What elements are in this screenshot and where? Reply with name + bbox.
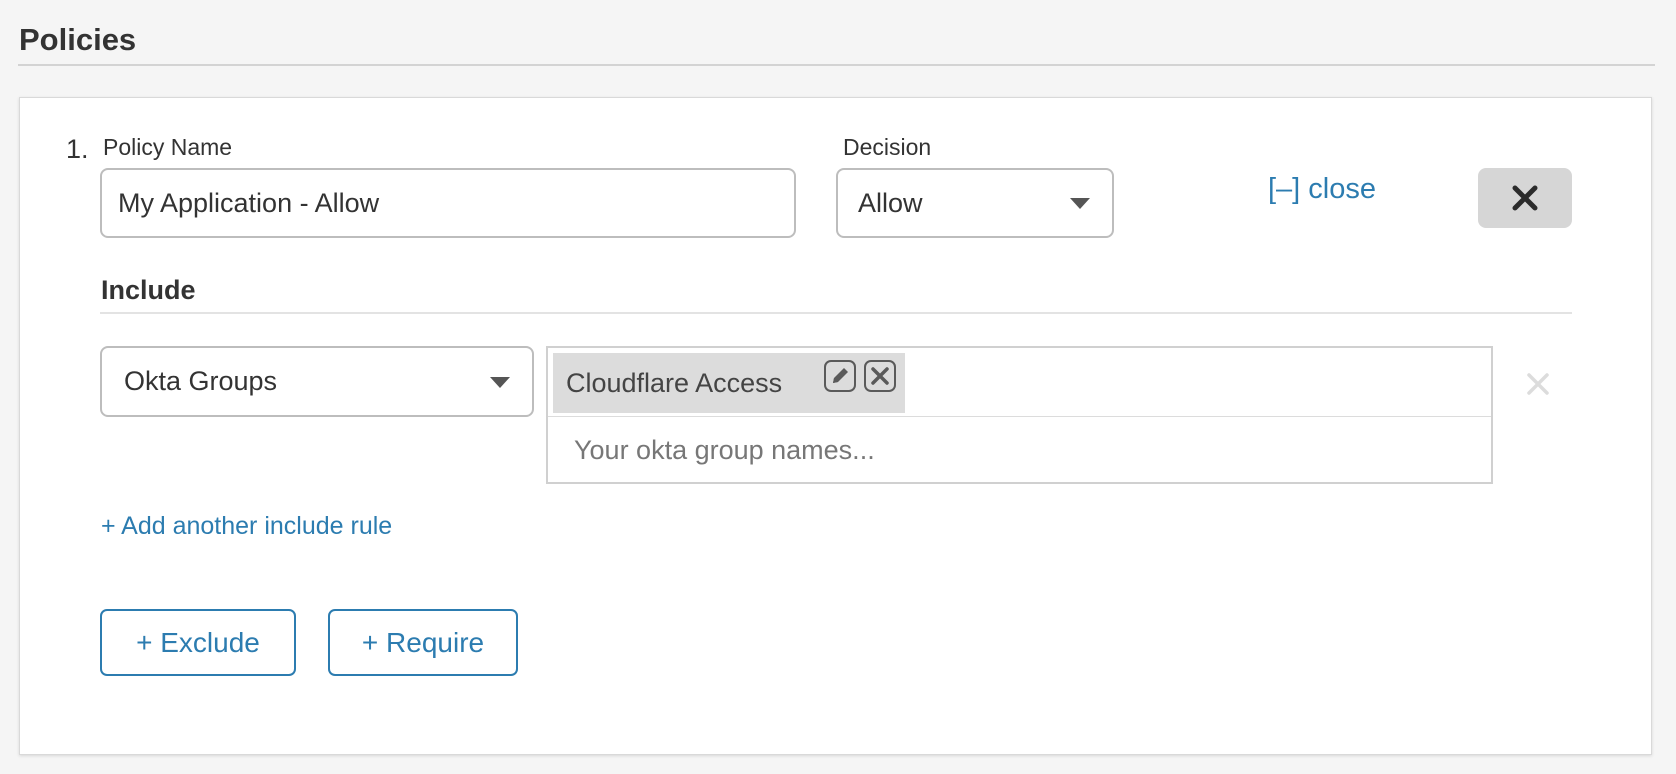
policy-name-label: Policy Name (103, 134, 233, 160)
add-exclude-button[interactable]: + Exclude (100, 609, 296, 676)
group-tags-field: Cloudflare Access (546, 346, 1493, 484)
collapse-policy-link[interactable]: [–] close (1268, 173, 1376, 206)
section-divider (18, 64, 1655, 66)
decision-select-value: Allow (858, 187, 923, 218)
edit-tag-button[interactable] (824, 360, 856, 392)
remove-include-rule-button[interactable] (1523, 369, 1553, 399)
include-divider (100, 312, 1572, 314)
include-rule-type-select[interactable]: Okta Groups (100, 346, 534, 417)
close-icon (871, 367, 889, 385)
chevron-down-icon (1070, 198, 1090, 209)
add-require-button[interactable]: + Require (328, 609, 518, 676)
tags-divider (548, 416, 1491, 417)
policy-name-input[interactable] (100, 168, 796, 238)
decision-select[interactable]: Allow (836, 168, 1114, 238)
close-icon (1512, 185, 1538, 211)
include-rule-type-value: Okta Groups (124, 366, 278, 396)
include-heading: Include (101, 275, 196, 305)
close-icon (1527, 373, 1549, 395)
decision-label: Decision (843, 134, 932, 160)
group-names-input[interactable] (548, 418, 1491, 482)
section-title: Policies (19, 22, 137, 57)
pencil-icon (833, 368, 848, 383)
remove-policy-button[interactable] (1478, 168, 1572, 228)
chevron-down-icon (490, 376, 510, 388)
group-tag-label: Cloudflare Access (566, 367, 783, 398)
group-tag: Cloudflare Access (553, 353, 905, 413)
policy-number: 1. (66, 134, 89, 164)
remove-tag-button[interactable] (864, 360, 896, 392)
add-include-rule-link[interactable]: + Add another include rule (101, 512, 392, 541)
